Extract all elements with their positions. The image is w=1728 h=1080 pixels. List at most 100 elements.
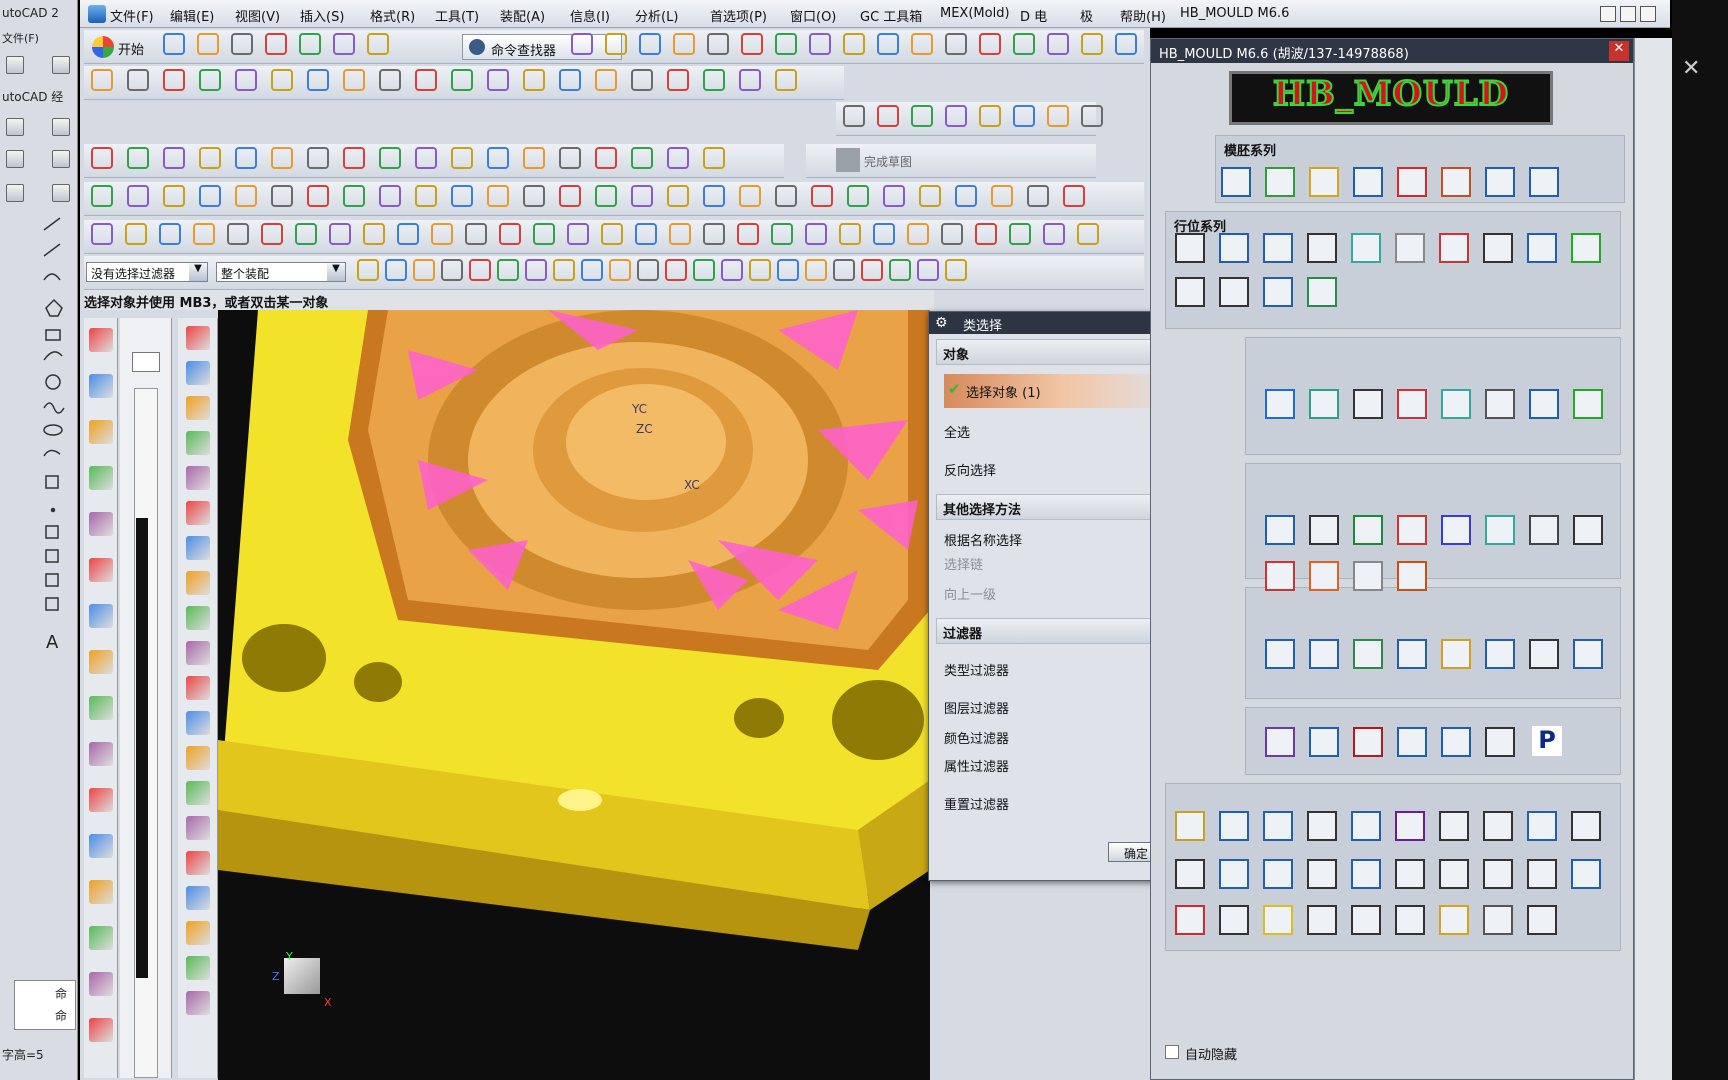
toolbar-tool-icon[interactable] (265, 33, 287, 55)
toolbar-tool-icon[interactable] (955, 185, 977, 207)
side-tool-icon[interactable] (89, 650, 113, 674)
toolbar-tool-icon[interactable] (163, 33, 185, 55)
autocad-tool-icon[interactable] (6, 56, 24, 74)
hb-tool-icon[interactable] (1573, 515, 1603, 545)
toolbar-tool-icon[interactable] (631, 147, 653, 169)
toolbar-tool-icon[interactable] (741, 33, 763, 55)
toolbar-tool-icon[interactable] (595, 69, 617, 91)
toolbar-tool-icon[interactable] (497, 259, 519, 281)
toolbar-tool-icon[interactable] (749, 259, 771, 281)
hb-tool-icon[interactable] (1263, 859, 1293, 889)
hb-tool-icon[interactable] (1263, 905, 1293, 935)
toolbar-tool-icon[interactable] (307, 185, 329, 207)
auto-hide-checkbox[interactable] (1165, 1045, 1179, 1059)
hb-tool-icon[interactable] (1483, 905, 1513, 935)
menu-item[interactable]: 视图(V) (235, 6, 280, 25)
toolbar-tool-icon[interactable] (333, 33, 355, 55)
toolbar-tool-icon[interactable] (431, 223, 453, 245)
hb-tool-icon[interactable] (1353, 639, 1383, 669)
hb-tool-icon[interactable] (1529, 515, 1559, 545)
toolbar-tool-icon[interactable] (125, 223, 147, 245)
toolbar-tool-icon[interactable] (809, 33, 831, 55)
menu-item[interactable]: 编辑(E) (170, 6, 214, 25)
hb-tool-icon[interactable] (1439, 233, 1469, 263)
toolbar-tool-icon[interactable] (367, 33, 389, 55)
toolbar-tool-icon[interactable] (329, 223, 351, 245)
hb-tool-icon[interactable] (1219, 277, 1249, 307)
toolbar-tool-icon[interactable] (1081, 33, 1103, 55)
toolbar-tool-icon[interactable] (637, 259, 659, 281)
side-tool-icon[interactable] (186, 606, 210, 630)
toolbar-tool-icon[interactable] (861, 259, 883, 281)
menu-item[interactable]: 分析(L) (635, 6, 678, 25)
side-tool-icon[interactable] (186, 431, 210, 455)
hb-tool-icon[interactable] (1527, 811, 1557, 841)
side-tool-icon[interactable] (186, 711, 210, 735)
hb-tool-icon[interactable] (1397, 639, 1427, 669)
side-tool-icon[interactable] (186, 641, 210, 665)
hb-tool-icon[interactable] (1485, 727, 1515, 757)
minimize-icon[interactable] (1600, 6, 1616, 22)
hb-tool-icon[interactable] (1441, 515, 1471, 545)
toolbar-tool-icon[interactable] (487, 69, 509, 91)
menu-item[interactable]: 插入(S) (300, 6, 344, 25)
hb-tool-icon[interactable] (1529, 639, 1559, 669)
hb-tool-icon[interactable] (1265, 561, 1295, 591)
toolbar-tool-icon[interactable] (523, 185, 545, 207)
toolbar-tool-icon[interactable] (883, 185, 905, 207)
hb-tool-icon[interactable] (1353, 389, 1383, 419)
autocad-tool-icon[interactable] (6, 118, 24, 136)
hb-tool-icon[interactable] (1571, 859, 1601, 889)
toolbar-tool-icon[interactable] (127, 147, 149, 169)
side-tool-icon[interactable] (89, 972, 113, 996)
menu-item[interactable]: 装配(A) (500, 6, 545, 25)
nx-app-icon[interactable] (88, 5, 106, 23)
toolbar-tool-icon[interactable] (261, 223, 283, 245)
side-tool-icon[interactable] (186, 501, 210, 525)
toolbar-tool-icon[interactable] (635, 223, 657, 245)
toolbar-tool-icon[interactable] (631, 185, 653, 207)
hb-tool-icon[interactable] (1351, 859, 1381, 889)
hb-tool-icon[interactable] (1309, 389, 1339, 419)
view-triad-cube[interactable] (284, 958, 320, 994)
toolbar-tool-icon[interactable] (1027, 185, 1049, 207)
side-tool-icon[interactable] (89, 420, 113, 444)
hb-tool-icon[interactable] (1485, 639, 1515, 669)
toolbar-tool-icon[interactable] (199, 185, 221, 207)
hb-tool-icon[interactable] (1353, 167, 1383, 197)
hb-tool-icon[interactable] (1351, 233, 1381, 263)
toolbar-tool-icon[interactable] (451, 69, 473, 91)
toolbar-tool-icon[interactable] (295, 223, 317, 245)
hb-tool-icon[interactable] (1485, 167, 1515, 197)
hb-tool-icon[interactable] (1307, 905, 1337, 935)
hb-tool-icon[interactable] (1571, 233, 1601, 263)
hb-tool-icon[interactable] (1529, 167, 1559, 197)
toolbar-tool-icon[interactable] (451, 147, 473, 169)
toolbar-tool-icon[interactable] (343, 185, 365, 207)
toolbar-tool-icon[interactable] (91, 223, 113, 245)
hb-tool-icon[interactable] (1441, 639, 1471, 669)
toolbar-tool-icon[interactable] (199, 147, 221, 169)
toolbar-tool-icon[interactable] (559, 69, 581, 91)
close-icon[interactable]: ✕ (1682, 56, 1700, 81)
hb-tool-icon[interactable] (1397, 561, 1427, 591)
toolbar-tool-icon[interactable] (777, 259, 799, 281)
hb-tool-icon[interactable] (1395, 233, 1425, 263)
toolbar-tool-icon[interactable] (363, 223, 385, 245)
toolbar-tool-icon[interactable] (703, 185, 725, 207)
toolbar-tool-icon[interactable] (581, 259, 603, 281)
hb-tool-icon[interactable] (1395, 859, 1425, 889)
hb-tool-icon[interactable] (1219, 859, 1249, 889)
toolbar-tool-icon[interactable] (343, 147, 365, 169)
toolbar-tool-icon[interactable] (379, 185, 401, 207)
hb-tool-icon[interactable] (1219, 905, 1249, 935)
hb-tool-icon[interactable] (1571, 811, 1601, 841)
toolbar-tool-icon[interactable] (413, 259, 435, 281)
hb-tool-icon[interactable] (1263, 811, 1293, 841)
toolbar-tool-icon[interactable] (601, 223, 623, 245)
menu-item[interactable]: 格式(R) (370, 6, 415, 25)
toolbar-tool-icon[interactable] (163, 69, 185, 91)
restore-icon[interactable] (1620, 6, 1636, 22)
toolbar-tool-icon[interactable] (487, 185, 509, 207)
hb-tool-icon[interactable] (1265, 727, 1295, 757)
